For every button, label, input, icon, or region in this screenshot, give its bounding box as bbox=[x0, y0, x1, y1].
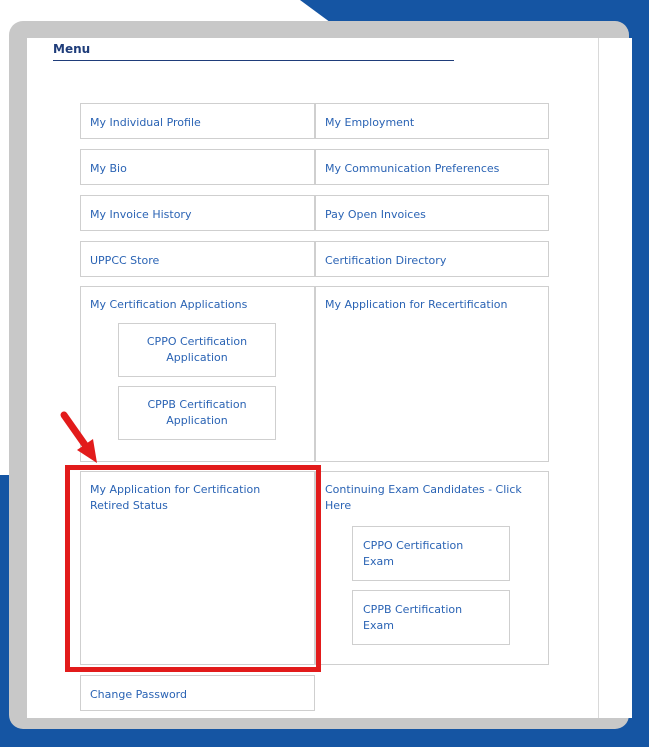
menu-item-communication-preferences[interactable]: My Communication Preferences bbox=[315, 149, 549, 185]
sub-item-label: CPPB Certification Application bbox=[147, 398, 247, 427]
menu-item-label: Continuing Exam Candidates - Click Here bbox=[325, 483, 522, 512]
menu-item-label: Certification Directory bbox=[325, 254, 447, 267]
menu-item-employment[interactable]: My Employment bbox=[315, 103, 549, 139]
menu-item-recertification-application[interactable]: My Application for Recertification bbox=[315, 286, 549, 462]
menu-item-uppcc-store[interactable]: UPPCC Store bbox=[80, 241, 315, 277]
menu-item-bio[interactable]: My Bio bbox=[80, 149, 315, 185]
menu-item-individual-profile[interactable]: My Individual Profile bbox=[80, 103, 315, 139]
menu-item-label: My Individual Profile bbox=[90, 116, 201, 129]
sub-item-label: CPPB Certification Exam bbox=[363, 602, 463, 632]
menu-item-invoice-history[interactable]: My Invoice History bbox=[80, 195, 315, 231]
cppb-certification-application-link[interactable]: CPPB Certification Application bbox=[118, 386, 276, 440]
menu-item-label: Pay Open Invoices bbox=[325, 208, 426, 221]
menu-item-label: UPPCC Store bbox=[90, 254, 160, 267]
menu-item-label: My Bio bbox=[90, 162, 127, 175]
cppo-certification-application-link[interactable]: CPPO Certification Application bbox=[118, 323, 276, 377]
cppb-certification-exam-link[interactable]: CPPB Certification Exam bbox=[352, 590, 510, 645]
menu-item-label: My Application for Recertification bbox=[325, 298, 508, 311]
menu-item-label: My Certification Applications bbox=[90, 298, 248, 311]
menu-title: Menu bbox=[53, 42, 454, 61]
menu-item-label: My Invoice History bbox=[90, 208, 192, 221]
menu-item-label: My Employment bbox=[325, 116, 415, 129]
panel-right-column bbox=[598, 38, 632, 718]
cppo-certification-exam-link[interactable]: CPPO Certification Exam bbox=[352, 526, 510, 581]
arrow-pointer-icon bbox=[60, 411, 97, 463]
menu-item-pay-open-invoices[interactable]: Pay Open Invoices bbox=[315, 195, 549, 231]
menu-item-label: Change Password bbox=[90, 688, 187, 701]
menu-item-certification-directory[interactable]: Certification Directory bbox=[315, 241, 549, 277]
highlight-box bbox=[65, 465, 321, 672]
sub-item-label: CPPO Certification Exam bbox=[363, 538, 464, 568]
menu-item-change-password[interactable]: Change Password bbox=[80, 675, 315, 711]
sub-item-label: CPPO Certification Application bbox=[146, 335, 248, 364]
menu-item-label: My Communication Preferences bbox=[325, 162, 500, 175]
